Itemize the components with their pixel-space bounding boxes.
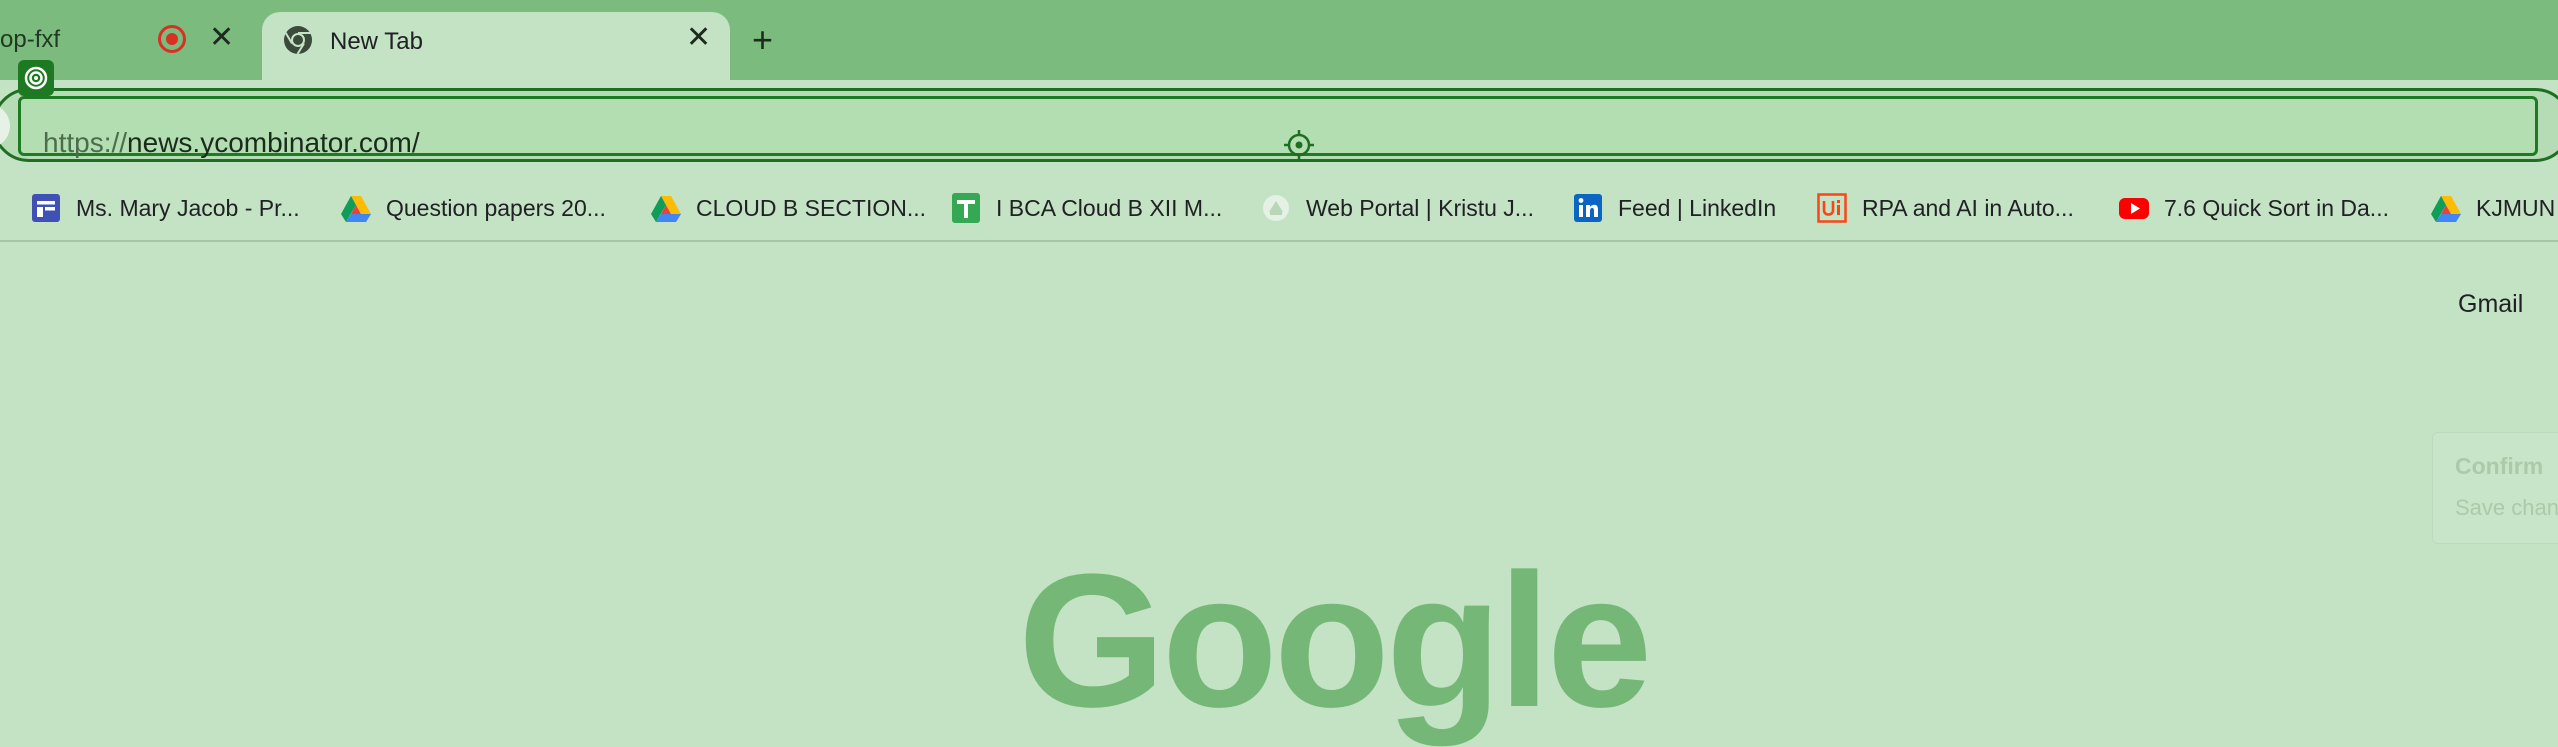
bookmark-label: KJMUN [2476,194,2556,221]
bookmark-item[interactable]: CLOUD B SECTION... [650,188,926,228]
linkedin-icon [1574,194,1602,222]
chrome-icon [284,26,312,55]
url-scheme: https:// [43,127,128,158]
bookmark-item[interactable]: Question papers 20... [340,188,606,228]
bookmark-label: I BCA Cloud B XII M... [996,194,1223,221]
bookmark-label: RPA and AI in Auto... [1862,194,2074,221]
confirm-notification[interactable]: Confirm Save chan [2432,432,2558,544]
bookmark-label: Ms. Mary Jacob - Pr... [76,194,300,221]
google-drive-icon [341,196,371,222]
uipath-icon [1817,193,1847,223]
close-tab-button[interactable]: ✕ [209,23,234,53]
google-logo: Google [1018,535,1652,747]
notification-title: Confirm [2455,453,2544,479]
tab-new-tab[interactable]: New Tab ✕ [262,12,730,80]
google-forms-icon [32,194,60,222]
bookmark-item[interactable]: I BCA Cloud B XII M... [950,188,1222,228]
tab-strip: op-fxf ✕ New Tab ✕ + [0,0,2558,80]
bookmark-label: Web Portal | Kristu J... [1306,194,1534,221]
address-bar[interactable]: https://news.ycombinator.com/ [18,96,2538,160]
tab-title: op-fxf [0,26,61,53]
gmail-link[interactable]: Gmail [2458,290,2523,319]
google-drive-icon [651,196,681,222]
recording-icon [158,25,186,53]
url-text[interactable]: https://news.ycombinator.com/ [43,127,420,159]
bookmark-item[interactable]: Ms. Mary Jacob - Pr... [30,188,300,228]
target-rings-icon [24,66,48,90]
bookmark-label: 7.6 Quick Sort in Da... [2164,194,2389,221]
bookmark-item[interactable]: Web Portal | Kristu J... [1260,188,1534,228]
bookmark-label: Feed | LinkedIn [1618,194,1777,221]
google-sheets-icon [952,193,980,223]
notification-subtitle: Save chan [2455,495,2558,520]
portal-icon [1263,195,1289,221]
google-drive-icon [2431,196,2461,222]
bookmark-item[interactable]: RPA and AI in Auto... [1816,188,2074,228]
new-tab-button[interactable]: + [752,22,773,58]
toolbar: https://news.ycombinator.com/ [0,80,2558,174]
bookmark-item[interactable]: 7.6 Quick Sort in Da... [2118,188,2389,228]
extension-badge-icon[interactable] [18,60,54,96]
close-tab-button[interactable]: ✕ [686,23,711,53]
bookmark-item[interactable]: Feed | LinkedIn [1572,188,1776,228]
youtube-icon [2119,198,2149,219]
url-host: news.ycombinator.com/ [127,127,420,158]
bookmark-label: CLOUD B SECTION... [696,194,927,221]
bookmark-label: Question papers 20... [386,194,606,221]
bookmark-item[interactable]: KJMUN [2430,188,2555,228]
tab-title: New Tab [330,28,423,55]
bookmarks-bar: Ms. Mary Jacob - Pr... Question papers 2… [0,174,2558,242]
crosshair-icon [1284,130,1314,160]
